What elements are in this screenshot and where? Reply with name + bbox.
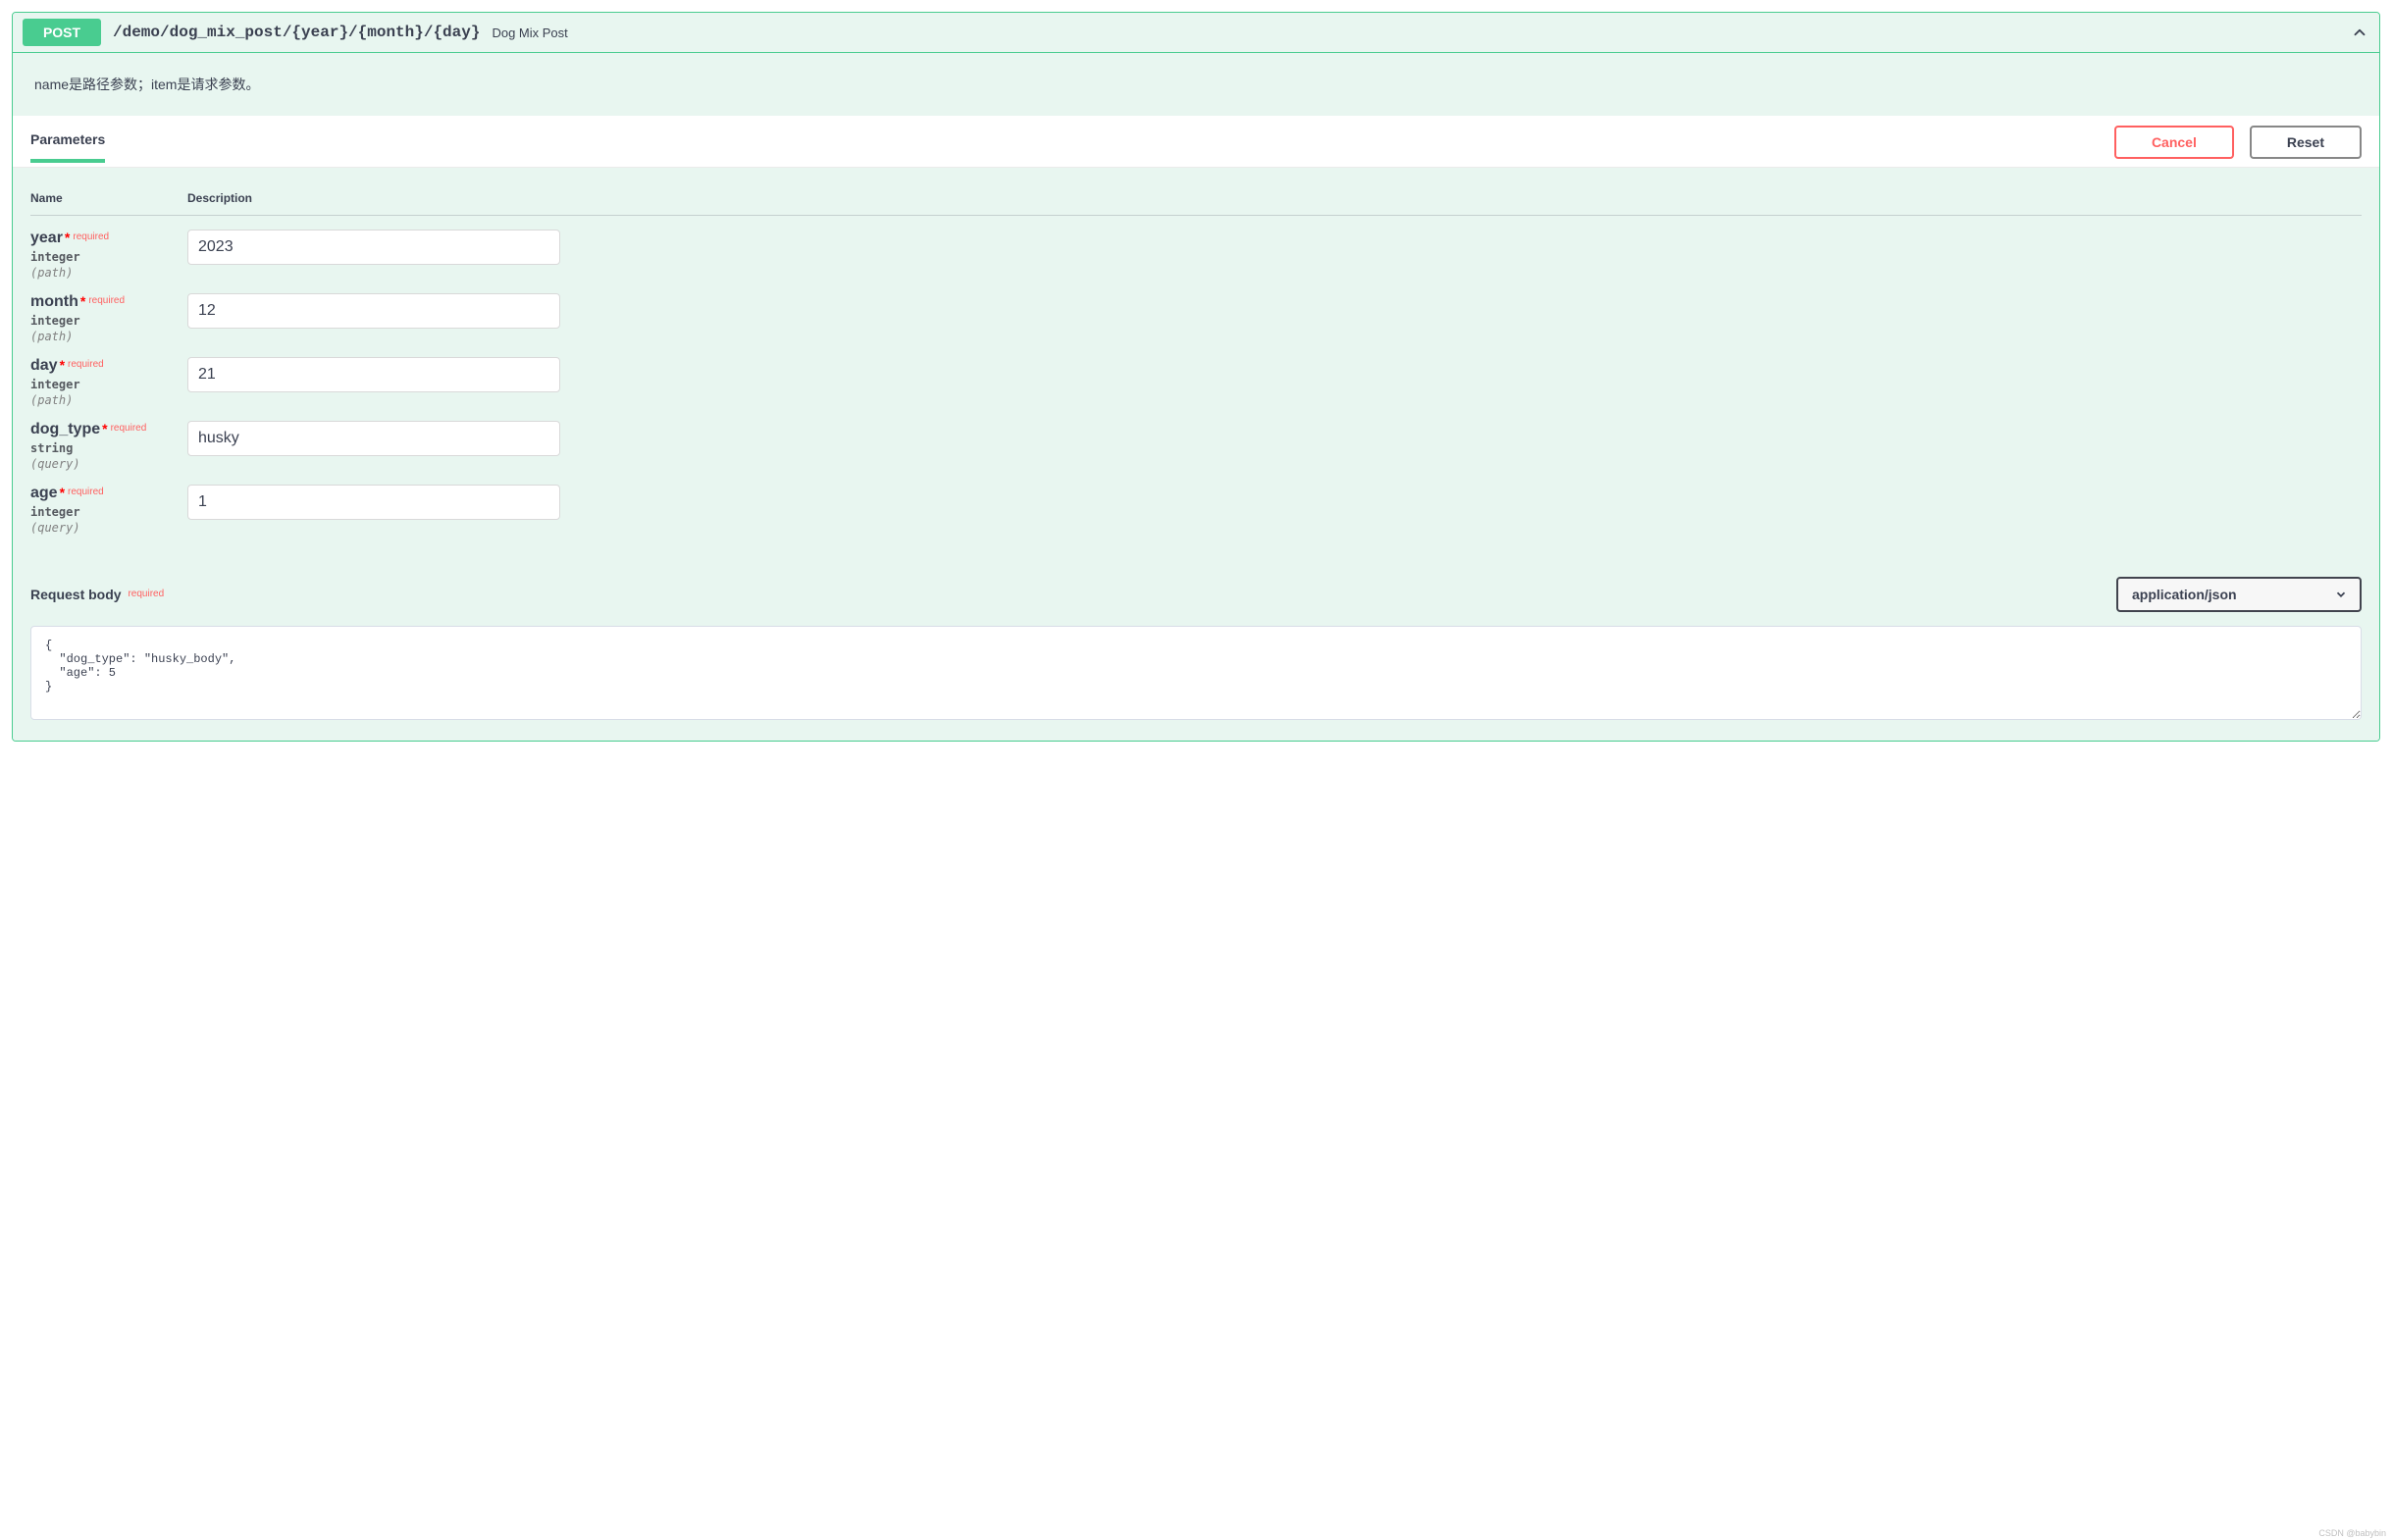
http-method-badge: POST [23,19,101,46]
collapse-icon[interactable] [2350,23,2369,42]
column-header-description: Description [187,191,2362,205]
reset-button[interactable]: Reset [2250,126,2362,159]
param-name: age [30,485,58,501]
param-name: day [30,357,58,374]
param-type: integer [30,375,187,391]
endpoint-path: /demo/dog_mix_post/{year}/{month}/{day} [113,24,480,41]
param-type: integer [30,311,187,328]
param-row: day*required integer (path) [30,343,2362,407]
operation-body: name是路径参数；item是请求参数。 Parameters Cancel R… [13,53,2379,741]
cancel-button[interactable]: Cancel [2114,126,2234,159]
operation-description: name是路径参数；item是请求参数。 [13,53,2379,116]
param-name: dog_type [30,421,100,437]
param-type: integer [30,247,187,264]
param-input-year[interactable] [187,230,560,265]
param-input-age[interactable] [187,485,560,520]
param-in: (path) [30,264,187,280]
request-body-label: Request body [30,587,122,602]
required-star-icon: * [100,421,107,436]
param-row: age*required integer (query) [30,471,2362,535]
param-in: (path) [30,391,187,407]
column-header-name: Name [30,191,187,205]
content-type-select[interactable]: application/json [2116,577,2362,612]
required-label: required [65,359,104,370]
parameters-header: Parameters Cancel Reset [13,116,2379,168]
required-label: required [65,487,104,497]
request-body-editor[interactable] [30,626,2362,720]
param-in: (query) [30,519,187,535]
required-label: required [70,231,109,242]
watermark: CSDN @babybin [2318,1528,2386,1538]
operation-summary-row[interactable]: POST /demo/dog_mix_post/{year}/{month}/{… [13,13,2379,53]
param-row: month*required integer (path) [30,280,2362,343]
param-in: (query) [30,455,187,471]
param-type: integer [30,502,187,519]
required-label: required [108,423,147,434]
operation-block: POST /demo/dog_mix_post/{year}/{month}/{… [12,12,2380,742]
param-input-day[interactable] [187,357,560,392]
required-star-icon: * [58,357,65,373]
tab-parameters[interactable]: Parameters [30,131,105,163]
param-in: (path) [30,328,187,343]
param-row: year*required integer (path) [30,216,2362,280]
endpoint-title: Dog Mix Post [492,26,2350,40]
param-type: string [30,438,187,455]
request-body-header: Request body required application/json [13,562,2379,626]
param-input-month[interactable] [187,293,560,329]
param-input-dog-type[interactable] [187,421,560,456]
param-name: year [30,230,63,246]
required-star-icon: * [58,485,65,500]
param-name: month [30,293,78,310]
parameters-table: Name Description year*required integer (… [13,168,2379,562]
required-label: required [85,295,125,306]
required-label: required [125,589,164,599]
param-row: dog_type*required string (query) [30,407,2362,471]
